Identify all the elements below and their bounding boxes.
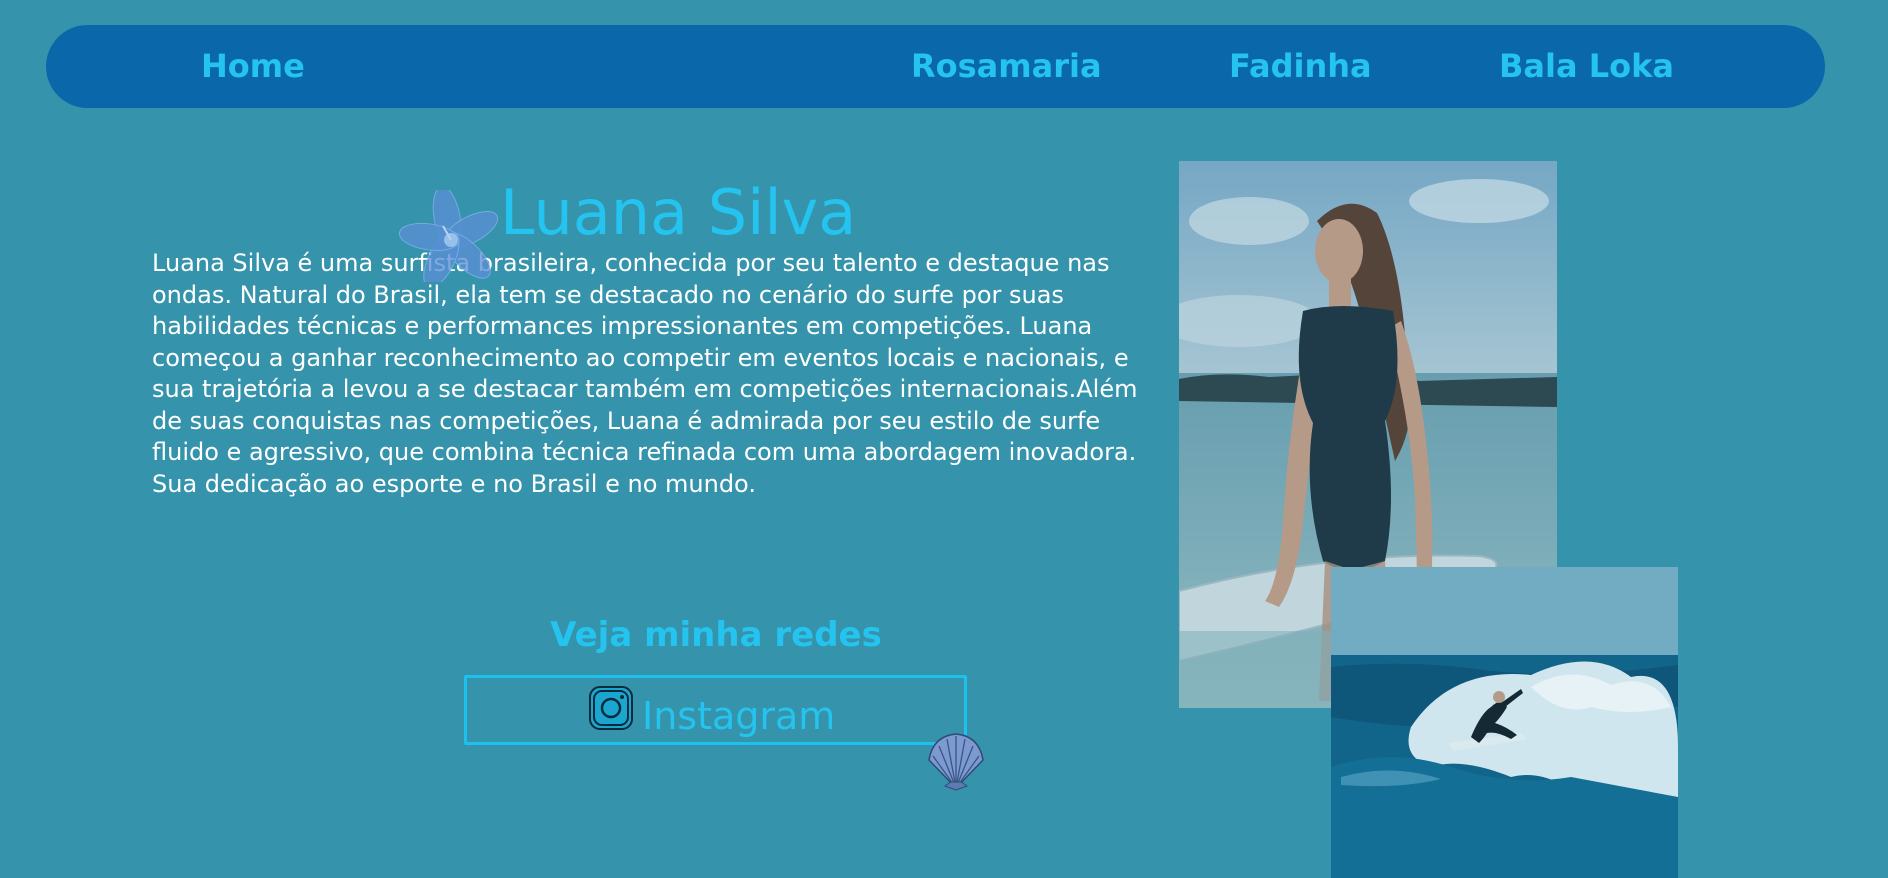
nav-link-bala-loka[interactable]: Bala Loka [1499,25,1674,108]
nav-link-rosamaria[interactable]: Rosamaria [911,25,1102,108]
bio-paragraph: Luana Silva é uma surfista brasileira, c… [152,249,1138,498]
social-heading: Veja minha redes [550,615,882,655]
seashell-icon [928,733,984,791]
hibiscus-flower-icon [398,190,499,282]
instagram-button[interactable]: Instagram [464,675,967,745]
page-title: Luana Silva [500,176,857,249]
instagram-label: Instagram [642,694,836,738]
surfing-wave-photo [1331,567,1678,878]
instagram-icon [589,686,633,730]
navbar: Home Rosamaria Fadinha Bala Loka [46,25,1825,108]
nav-link-home[interactable]: Home [201,25,305,108]
nav-link-fadinha[interactable]: Fadinha [1229,25,1372,108]
